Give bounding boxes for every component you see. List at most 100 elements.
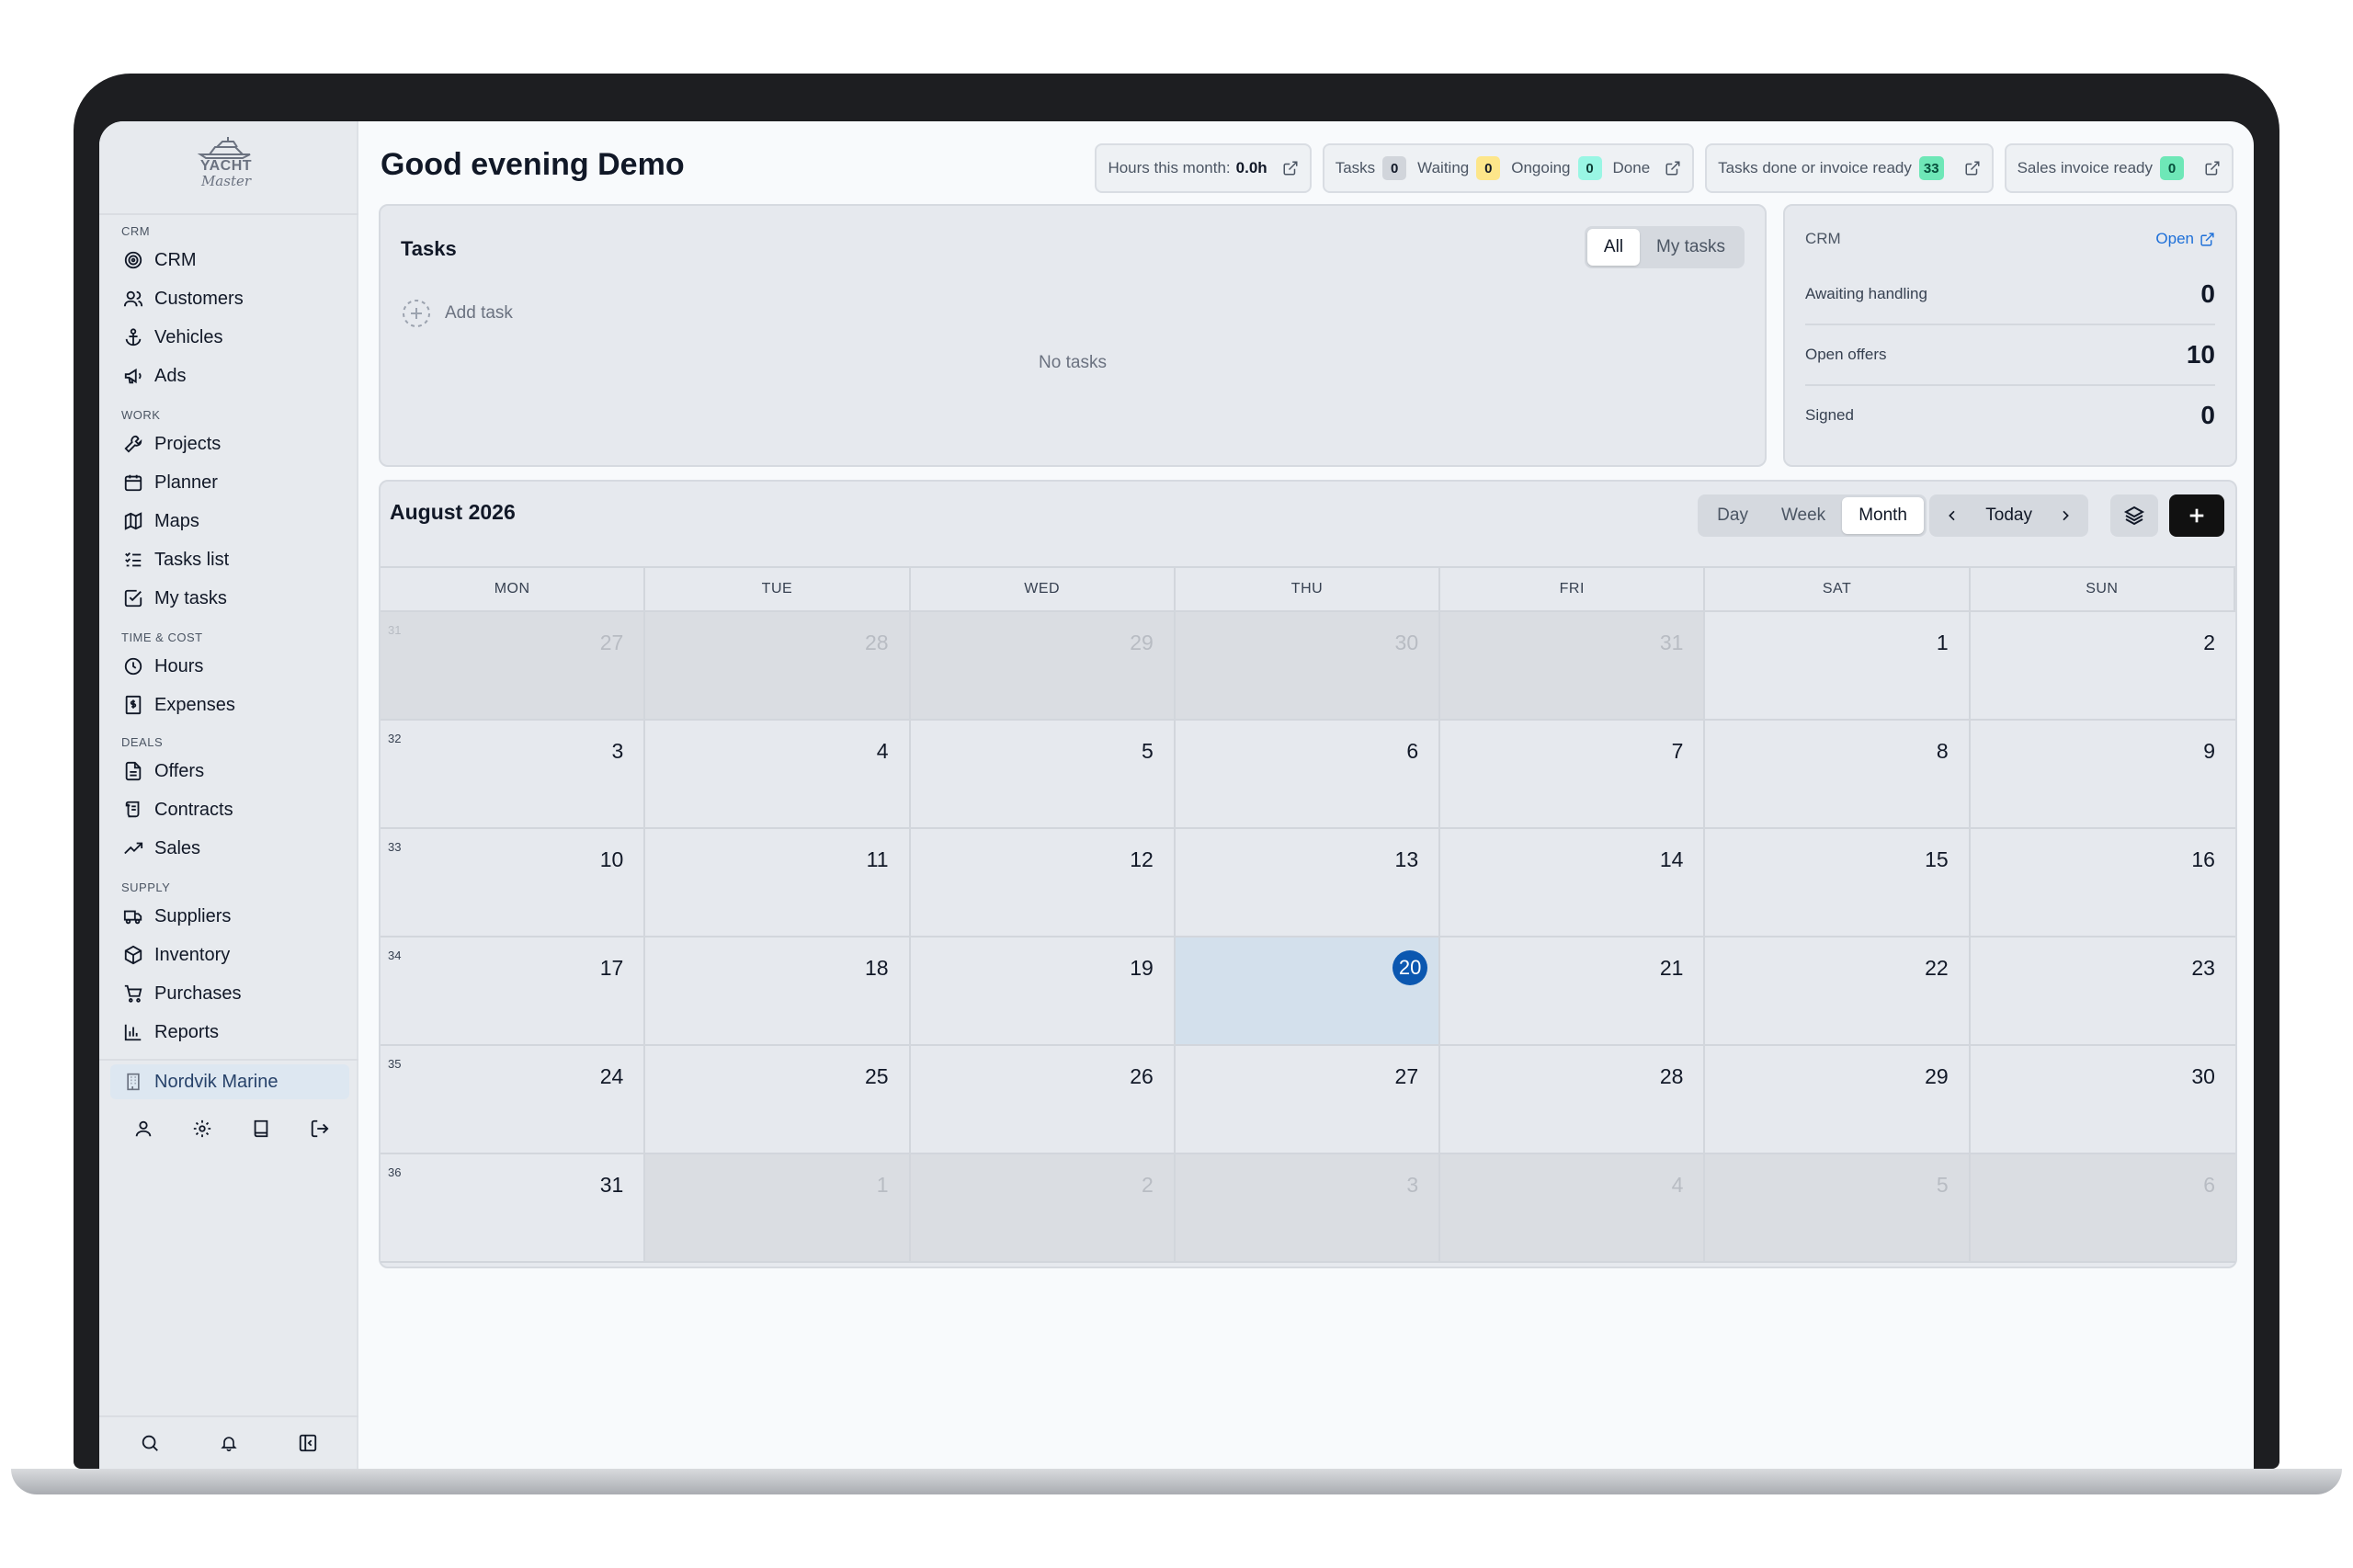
calendar-day[interactable]: 3 xyxy=(1175,1154,1441,1263)
notifications-button[interactable] xyxy=(205,1425,253,1461)
filter-my-tasks[interactable]: My tasks xyxy=(1640,229,1742,266)
calendar-day[interactable]: 34 17 xyxy=(381,937,646,1046)
sidebar-item-maps[interactable]: Maps xyxy=(119,504,349,539)
invoice-ready-stat[interactable]: Tasks done or invoice ready 33 xyxy=(1705,143,1994,193)
sidebar-item-reports[interactable]: Reports xyxy=(119,1015,349,1050)
docs-button[interactable] xyxy=(232,1110,290,1147)
calendar-day[interactable]: 6 xyxy=(1175,721,1441,829)
calendar-day[interactable]: 2 xyxy=(1970,612,2235,721)
calendar-day[interactable]: 30 xyxy=(1970,1046,2235,1154)
calendar-day[interactable]: 19 xyxy=(910,937,1176,1046)
sidebar-item-tasks-list[interactable]: Tasks list xyxy=(119,542,349,577)
calendar-day[interactable]: 11 xyxy=(645,829,911,937)
calendar-day[interactable]: 18 xyxy=(645,937,911,1046)
calendar-day[interactable]: 2 xyxy=(910,1154,1176,1263)
calendar-day[interactable]: 25 xyxy=(645,1046,911,1154)
calendar-day[interactable]: 13 xyxy=(1175,829,1441,937)
calendar-day[interactable]: 28 xyxy=(645,612,911,721)
day-number: 27 xyxy=(1394,1064,1419,1088)
crm-row-signed[interactable]: Signed 0 xyxy=(1805,386,2215,445)
crm-row-awaiting[interactable]: Awaiting handling 0 xyxy=(1805,265,2215,324)
day-number: 18 xyxy=(864,956,889,980)
day-number: 28 xyxy=(1659,1064,1684,1088)
sidebar-item-suppliers[interactable]: Suppliers xyxy=(119,899,349,934)
calendar-day[interactable]: 9 xyxy=(1970,721,2235,829)
calendar-day[interactable]: 29 xyxy=(1705,1046,1971,1154)
crm-open-link[interactable]: Open xyxy=(2155,230,2215,248)
sidebar-item-expenses[interactable]: Expenses xyxy=(119,687,349,722)
logout-button[interactable] xyxy=(290,1110,349,1147)
calendar-day-today[interactable]: 20 xyxy=(1175,937,1441,1046)
calendar-day[interactable]: 22 xyxy=(1705,937,1971,1046)
calendar-day[interactable]: 1 xyxy=(645,1154,911,1263)
sidebar-item-projects[interactable]: Projects xyxy=(119,426,349,461)
calendar-day[interactable]: 29 xyxy=(910,612,1176,721)
day-number: 11 xyxy=(866,847,889,871)
sidebar-item-ads[interactable]: Ads xyxy=(119,358,349,393)
calendar-day[interactable]: 16 xyxy=(1970,829,2235,937)
hours-stat[interactable]: Hours this month: 0.0h xyxy=(1095,143,1312,193)
sidebar-item-vehicles[interactable]: Vehicles xyxy=(119,320,349,355)
calendar-day[interactable]: 27 xyxy=(1175,1046,1441,1154)
view-day[interactable]: Day xyxy=(1700,497,1765,534)
calendar-day[interactable]: 21 xyxy=(1440,937,1706,1046)
calendar-day[interactable]: 28 xyxy=(1440,1046,1706,1154)
profile-button[interactable] xyxy=(114,1110,173,1147)
calendar-day[interactable]: 23 xyxy=(1970,937,2235,1046)
calendar-day[interactable]: 5 xyxy=(1705,1154,1971,1263)
view-month[interactable]: Month xyxy=(1842,497,1924,534)
calendar-day[interactable]: 30 xyxy=(1175,612,1441,721)
tasks-status-stat[interactable]: Tasks 0 Waiting 0 Ongoing 0 Done xyxy=(1322,143,1695,193)
sidebar-item-crm[interactable]: CRM xyxy=(119,243,349,278)
stats-bar: Hours this month: 0.0h Tasks 0 Waiting 0… xyxy=(1095,143,2234,193)
brand-logo[interactable]: YACHT Master xyxy=(189,136,263,189)
next-button[interactable] xyxy=(2045,497,2086,534)
calendar-day[interactable]: 8 xyxy=(1705,721,1971,829)
sidebar-item-hours[interactable]: Hours xyxy=(119,649,349,684)
nav-section-crm: CRM xyxy=(121,224,151,238)
sidebar-item-purchases[interactable]: Purchases xyxy=(119,976,349,1011)
search-button[interactable] xyxy=(126,1425,174,1461)
sales-invoice-stat[interactable]: Sales invoice ready 0 xyxy=(2004,143,2234,193)
calendar-day[interactable]: 12 xyxy=(910,829,1176,937)
settings-button[interactable] xyxy=(173,1110,232,1147)
crm-row-open-offers[interactable]: Open offers 10 xyxy=(1805,325,2215,384)
add-event-button[interactable] xyxy=(2169,494,2224,537)
calendar-day[interactable]: 4 xyxy=(645,721,911,829)
collapse-sidebar-button[interactable] xyxy=(284,1425,332,1461)
calendar-day[interactable]: 7 xyxy=(1440,721,1706,829)
filter-all[interactable]: All xyxy=(1586,229,1641,266)
calendar-day[interactable]: 14 xyxy=(1440,829,1706,937)
calendar-day[interactable]: 5 xyxy=(910,721,1176,829)
tasks-title: Tasks xyxy=(401,237,457,260)
sidebar-item-sales[interactable]: Sales xyxy=(119,831,349,866)
week-number: 31 xyxy=(388,623,402,637)
calendar-day[interactable]: 31 27 xyxy=(381,612,646,721)
calendar-day[interactable]: 4 xyxy=(1440,1154,1706,1263)
sidebar-item-offers[interactable]: Offers xyxy=(119,754,349,789)
view-week[interactable]: Week xyxy=(1765,497,1842,534)
calendar-day[interactable]: 15 xyxy=(1705,829,1971,937)
calendar-day[interactable]: 1 xyxy=(1705,612,1971,721)
prev-button[interactable] xyxy=(1932,497,1972,534)
sidebar-item-my-tasks[interactable]: My tasks xyxy=(119,581,349,616)
crm-panel: CRM Open Awaiting handling 0 Open offers… xyxy=(1783,204,2237,467)
layers-button[interactable] xyxy=(2110,494,2158,537)
today-button[interactable]: Today xyxy=(1972,497,2045,534)
calendar-day[interactable]: 6 xyxy=(1970,1154,2235,1263)
calendar-day[interactable]: 33 10 xyxy=(381,829,646,937)
sidebar-item-contracts[interactable]: Contracts xyxy=(119,792,349,827)
company-switcher[interactable]: Nordvik Marine xyxy=(110,1064,349,1099)
add-task-button[interactable]: Add task xyxy=(401,298,513,329)
date-navigation: Today xyxy=(1929,494,2088,537)
calendar-day[interactable]: 36 31 xyxy=(381,1154,646,1263)
calendar-day[interactable]: 32 3 xyxy=(381,721,646,829)
sidebar-item-planner[interactable]: Planner xyxy=(119,465,349,500)
hours-label: Hours this month: xyxy=(1108,159,1231,176)
sidebar-item-customers[interactable]: Customers xyxy=(119,281,349,316)
sidebar-item-inventory[interactable]: Inventory xyxy=(119,937,349,972)
calendar-day[interactable]: 35 24 xyxy=(381,1046,646,1154)
calendar-day[interactable]: 31 xyxy=(1440,612,1706,721)
calendar-day[interactable]: 26 xyxy=(910,1046,1176,1154)
day-number: 30 xyxy=(2191,1064,2215,1088)
